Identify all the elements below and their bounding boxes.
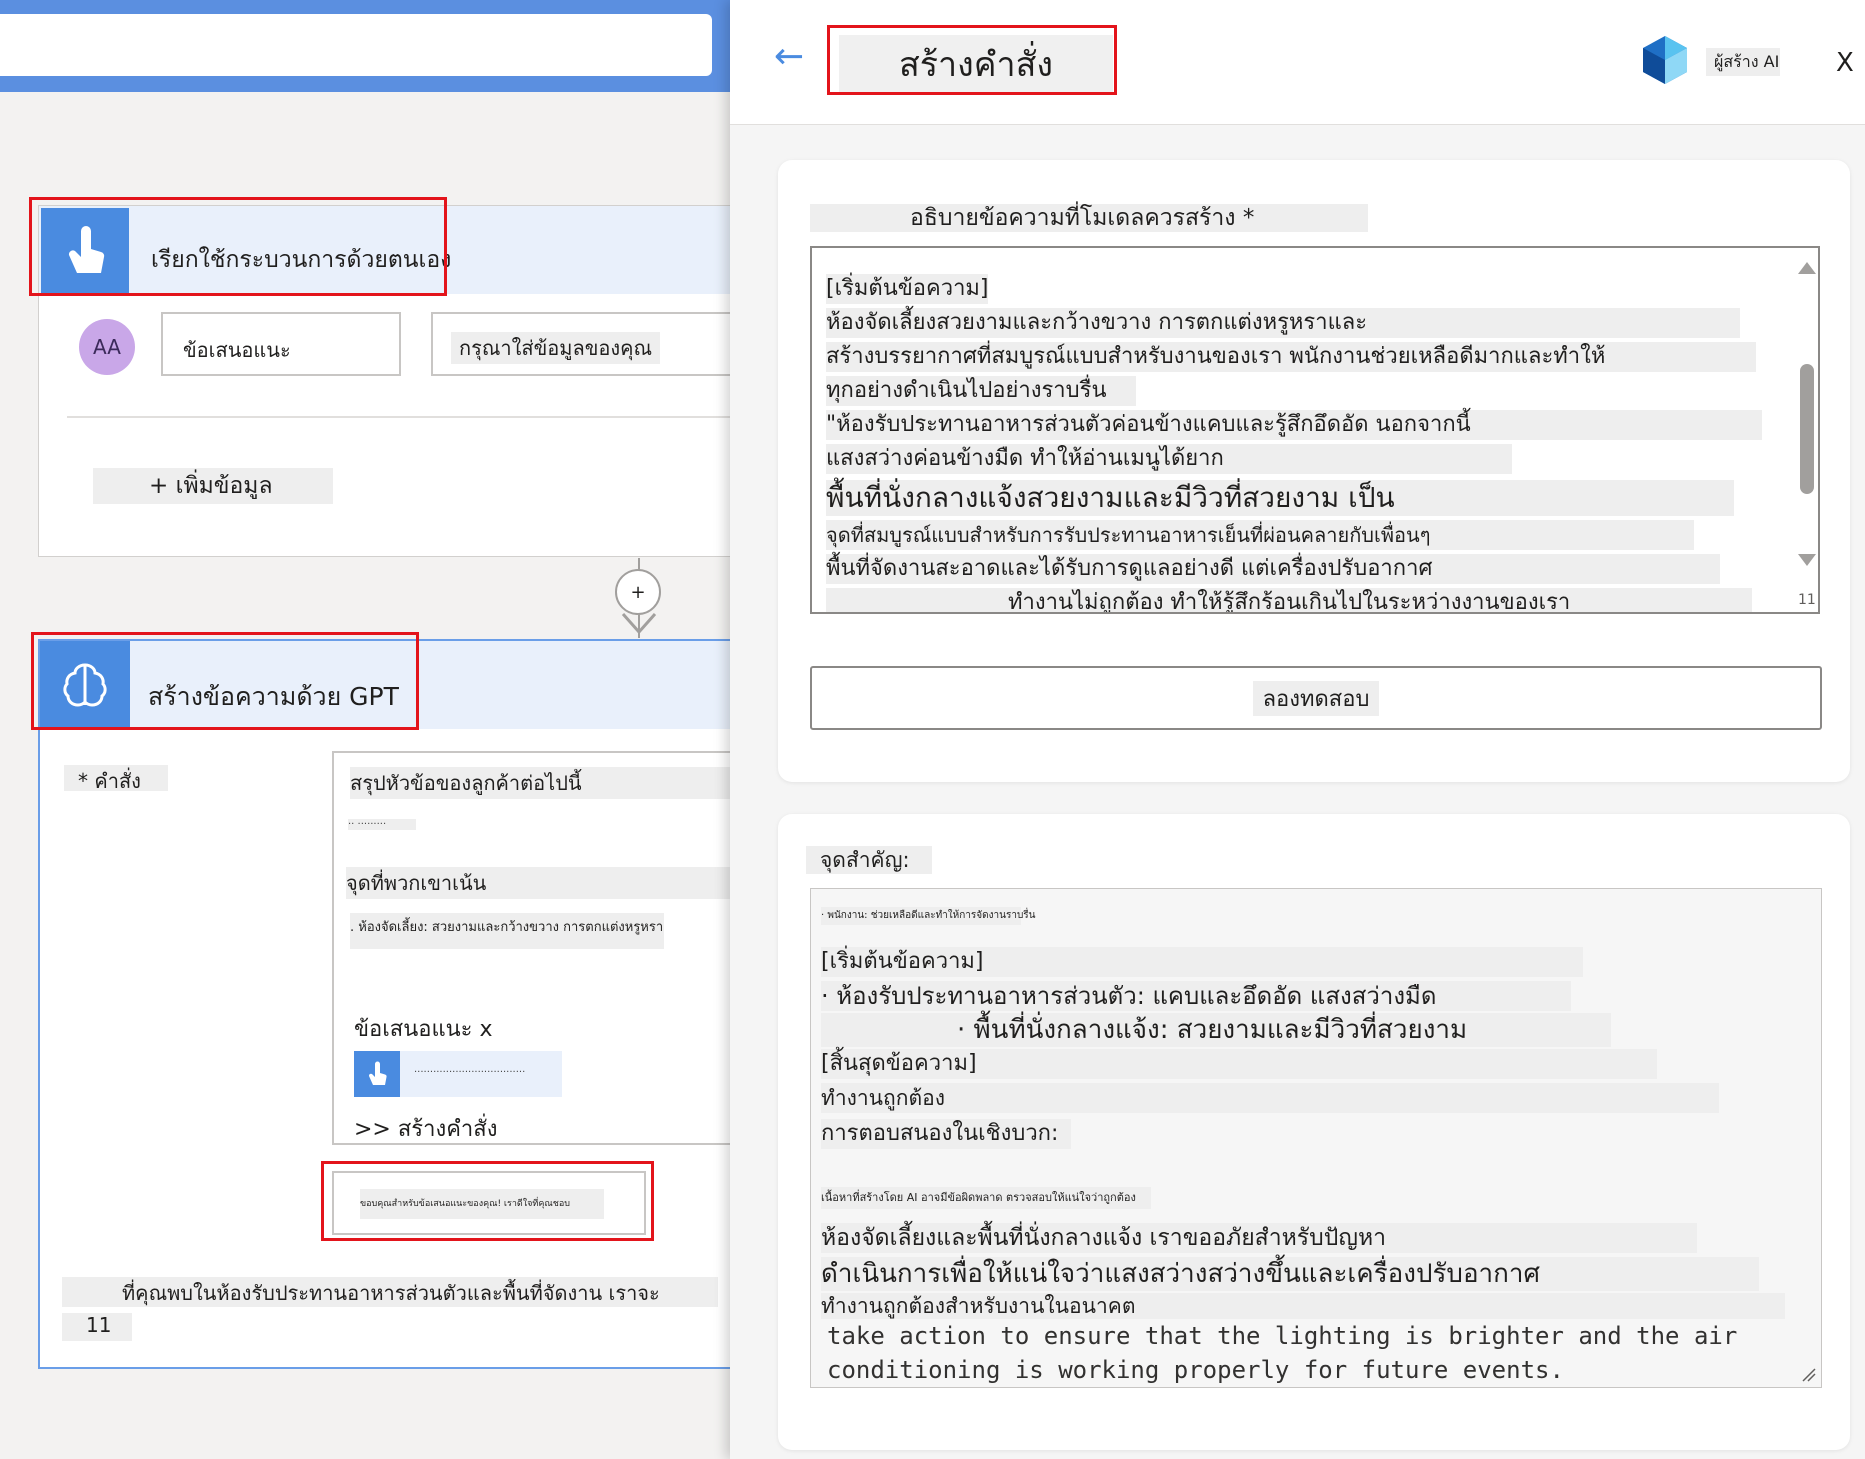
feedback-token-label: ข้อเสนอแนะ x [354, 1017, 493, 1042]
test-button-label: ลองทดสอบ [1252, 680, 1380, 716]
create-prompt-panel: ← สร้างคำสั่ง ผู้สร้าง AI X อธิบายข้อควา… [730, 0, 1865, 1459]
add-step-button[interactable]: + [615, 569, 661, 615]
text-line: ทำงานไม่ถูกต้อง ทำให้รู้สึกร้อนเกินไปในร… [826, 588, 1752, 612]
text-line: พื้นที่นั่งกลางแจ้งสวยงามและมีวิวที่สวยง… [826, 480, 1734, 516]
text-line: สร้างบรรยากาศที่สมบูรณ์แบบสำหรับงานของเร… [826, 342, 1756, 372]
gpt-highlight [31, 632, 419, 730]
prompt-line: จุดที่พวกเขาเน้น [346, 867, 730, 899]
result-line: [เริ่มต้นข้อความ] [821, 947, 1583, 977]
prompt-line: สรุปหัวข้อของลูกค้าต่อไปนี้ [350, 767, 730, 799]
describe-text: [เริ่มต้นข้อความ] ห้องจัดเลี้ยงสวยงามและ… [826, 274, 1786, 612]
gpt-card: สร้างข้อความด้วย GPT * คำสั่ง สรุปหัวข้อ… [38, 639, 730, 1369]
feedback-input[interactable]: กรุณาใส่ข้อมูลของคุณ [431, 312, 730, 376]
avatar: AA [79, 319, 135, 375]
text-line: พื้นที่จัดงานสะอาดและได้รับการดูแลอย่างด… [826, 554, 1720, 584]
describe-label: อธิบายข้อความที่โมเดลควรสร้าง * [810, 204, 1368, 232]
describe-card: อธิบายข้อความที่โมเดลควรสร้าง * [เริ่มต้… [778, 160, 1850, 782]
result-text: · พนักงาน: ช่วยเหลือดีและทำให้การจัดงานร… [821, 907, 1811, 1387]
result-line: [สิ้นสุดข้อความ] [821, 1049, 1657, 1079]
feedback-token[interactable]: ··································· [354, 1051, 562, 1097]
feedback-input-placeholder: กรุณาใส่ข้อมูลของคุณ [451, 332, 661, 364]
scrollbar-thumb[interactable] [1800, 364, 1814, 494]
resize-handle-icon[interactable] [1801, 1367, 1817, 1387]
feedback-token-value: ··································· [414, 1067, 526, 1078]
connector-arrow-icon [619, 610, 659, 642]
result-english-line: conditioning is working properly for fut… [827, 1356, 1564, 1384]
flow-canvas: เรียกใช้กระบวนการด้วยตนเอง AA ข้อเสนอแนะ… [0, 0, 730, 1459]
prompt-line: ·· ········· [348, 819, 416, 830]
add-step-plus: + [630, 581, 646, 603]
trigger-highlight [29, 197, 447, 296]
text-line: ห้องจัดเลี้ยงสวยงามและกว้างขวาง การตกแต่… [826, 308, 1740, 338]
flow-search-bar[interactable] [0, 14, 712, 76]
add-input-button[interactable]: + เพิ่มข้อมูล [93, 468, 333, 504]
feedback-field-label-text: ข้อเสนอแนะ [183, 338, 291, 362]
char-counter: 11 [1798, 592, 1816, 608]
describe-textarea[interactable]: [เริ่มต้นข้อความ] ห้องจัดเลี้ยงสวยงามและ… [810, 246, 1820, 614]
result-line: ทำงานถูกต้องสำหรับงานในอนาคต [821, 1293, 1785, 1319]
text-line: ทุกอย่างดำเนินไปอย่างราบรื่น [826, 376, 1136, 406]
brand-name: ผู้สร้าง AI [1706, 48, 1780, 76]
back-button[interactable]: ← [774, 36, 804, 77]
prompt-label: * คำสั่ง [64, 765, 168, 793]
result-label: จุดสำคัญ: [806, 846, 932, 874]
result-output: · พนักงาน: ช่วยเหลือดีและทำให้การจัดงานร… [810, 888, 1822, 1388]
gpt-bottom-number: 11 [62, 1313, 132, 1341]
result-line: ดำเนินการเพื่อให้แน่ใจว่าแสงสว่างสว่างขึ… [821, 1257, 1759, 1291]
prompt-editor[interactable]: สรุปหัวข้อของลูกค้าต่อไปนี้ ·· ·········… [332, 751, 730, 1145]
text-line: "ห้องรับประทานอาหารส่วนตัวค่อนข้างแคบและ… [826, 410, 1762, 440]
result-line: เนื้อหาที่สร้างโดย AI อาจมีข้อผิดพลาด ตร… [821, 1187, 1151, 1209]
result-line: · ห้องรับประทานอาหารส่วนตัว: แคบและอึดอั… [821, 981, 1571, 1011]
result-english-line: take action to ensure that the lighting … [827, 1322, 1738, 1350]
scroll-up-icon[interactable] [1798, 262, 1816, 274]
close-button[interactable]: X [1836, 48, 1854, 78]
prompt-line: . ห้องจัดเลี้ยง: สวยงามและกว้างขวาง การต… [350, 913, 664, 949]
text-line: แสงสว่างค่อนข้างมืด ทำให้อ่านเมนูได้ยาก [826, 444, 1512, 474]
text-line: [เริ่มต้นข้อความ] [826, 274, 989, 304]
touch-token-icon [354, 1051, 400, 1097]
text-line: จุดที่สมบูรณ์แบบสำหรับการรับประทานอาหารเ… [826, 520, 1694, 550]
result-line: · พื้นที่นั่งกลางแจ้ง: สวยงามและมีวิวที่… [821, 1013, 1611, 1047]
result-card: จุดสำคัญ: · พนักงาน: ช่วยเหลือดีและทำให้… [778, 814, 1850, 1450]
ai-builder-logo-icon [1640, 34, 1690, 90]
feedback-field-label[interactable]: ข้อเสนอแนะ [161, 312, 401, 376]
result-line: การตอบสนองในเชิงบวก: [821, 1119, 1071, 1149]
panel-header: ← สร้างคำสั่ง ผู้สร้าง AI X [730, 0, 1865, 125]
result-line: ทำงานถูกต้อง [821, 1083, 1719, 1113]
create-prompt-link[interactable]: >> สร้างคำสั่ง [354, 1111, 497, 1146]
gpt-bottom-text: ที่คุณพบในห้องรับประทานอาหารส่วนตัวและพื… [62, 1277, 718, 1307]
title-highlight [827, 25, 1117, 95]
test-button[interactable]: ลองทดสอบ [810, 666, 1822, 730]
avatar-initials: AA [93, 335, 121, 359]
result-line: ห้องจัดเลี้ยงและพื้นที่นั่งกลางแจ้ง เราข… [821, 1223, 1697, 1253]
thanks-highlight [321, 1161, 654, 1241]
scroll-down-icon[interactable] [1798, 554, 1816, 566]
trigger-divider [67, 416, 730, 418]
result-line: · พนักงาน: ช่วยเหลือดีและทำให้การจัดงานร… [821, 907, 1036, 925]
